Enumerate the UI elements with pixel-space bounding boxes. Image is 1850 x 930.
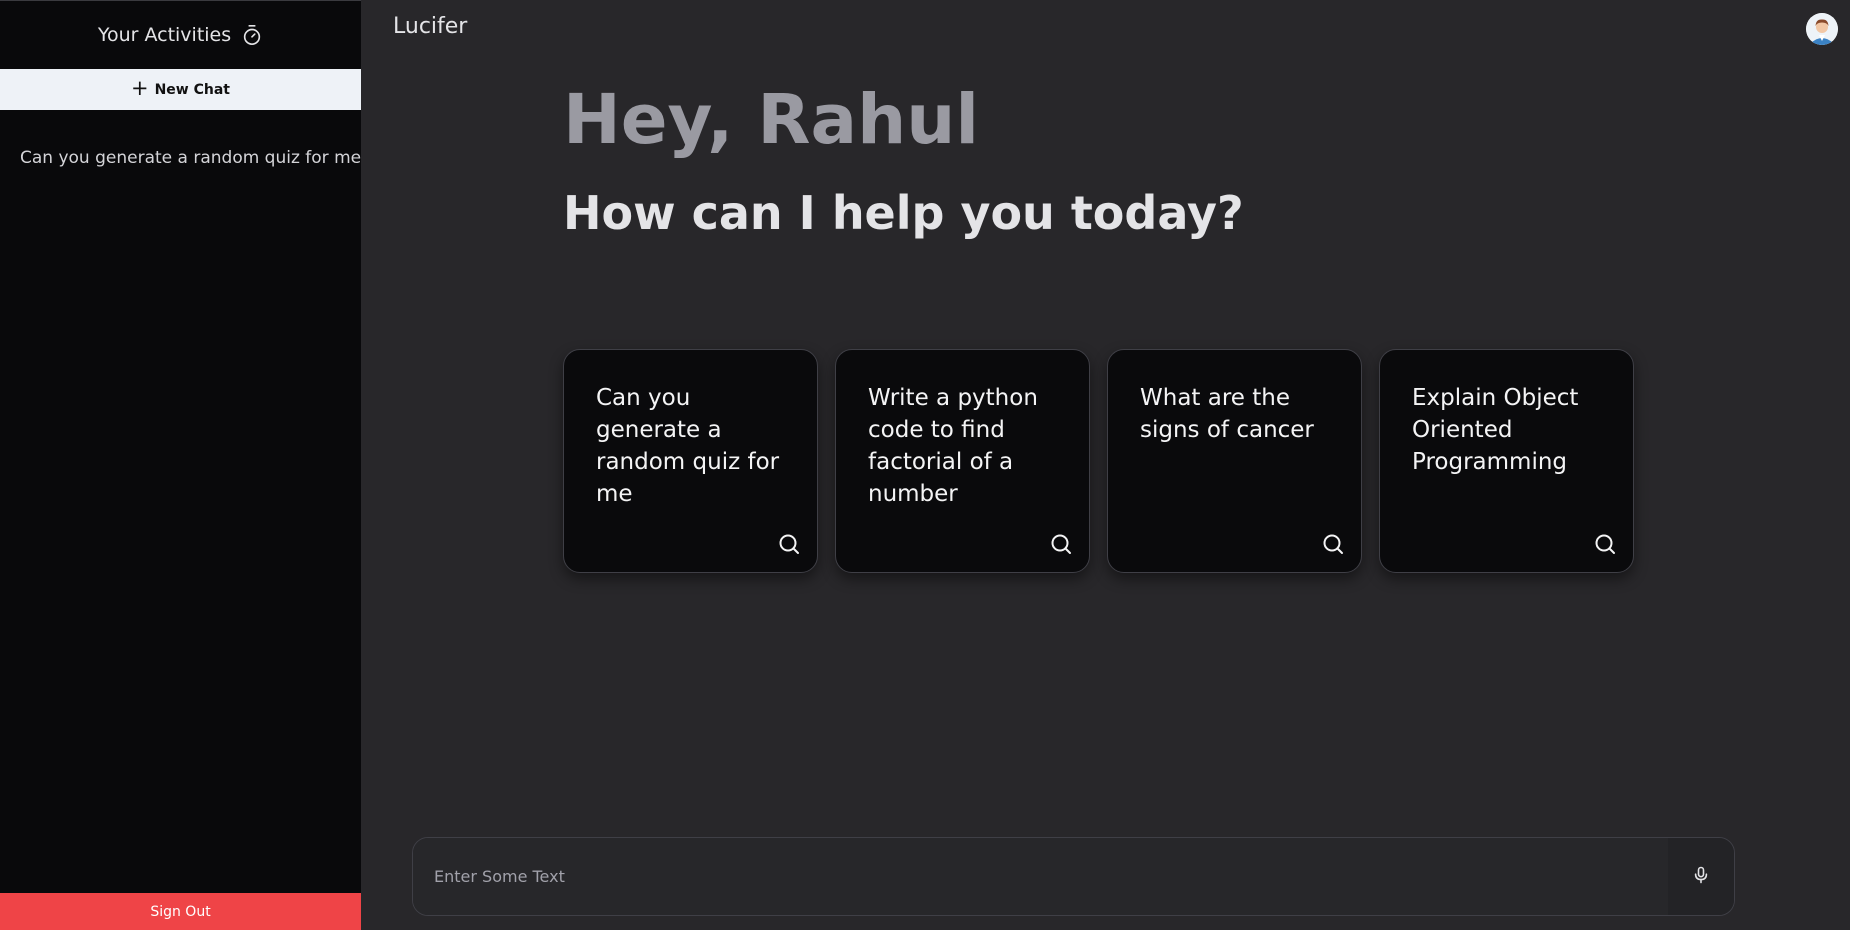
suggestion-card[interactable]: Explain Object Oriented Programming [1379, 349, 1634, 573]
new-chat-button[interactable]: + New Chat [0, 69, 361, 110]
timer-icon [241, 24, 263, 46]
suggestion-card[interactable]: What are the signs of cancer [1107, 349, 1362, 573]
suggestion-text: What are the signs of cancer [1140, 385, 1314, 443]
greeting-subtitle: How can I help you today? [563, 186, 1244, 240]
sidebar: Your Activities + New Chat Can you gener… [0, 0, 361, 930]
user-avatar[interactable] [1806, 13, 1838, 45]
sidebar-title: Your Activities [97, 24, 232, 46]
suggestion-text: Explain Object Oriented Programming [1412, 385, 1579, 475]
history-item[interactable]: Can you generate a random quiz for me [0, 148, 361, 168]
sign-out-button[interactable]: Sign Out [0, 893, 361, 930]
greeting-name: Hey, Rahul [563, 80, 979, 160]
new-chat-label: New Chat [154, 81, 230, 98]
mic-icon [1691, 864, 1711, 890]
sidebar-header: Your Activities [0, 1, 361, 69]
suggestion-cards: Can you generate a random quiz for me Wr… [563, 349, 1634, 573]
mic-button[interactable] [1668, 838, 1734, 915]
app-title: Lucifer [393, 14, 468, 39]
suggestion-card[interactable]: Can you generate a random quiz for me [563, 349, 818, 573]
search-icon [1593, 532, 1617, 556]
search-icon [1049, 532, 1073, 556]
search-icon [1321, 532, 1345, 556]
search-icon [777, 532, 801, 556]
app-root: Your Activities + New Chat Can you gener… [0, 0, 1850, 930]
suggestion-text: Can you generate a random quiz for me [596, 385, 780, 507]
prompt-bar [412, 837, 1735, 916]
plus-icon: + [130, 76, 149, 100]
prompt-input[interactable] [413, 838, 1668, 915]
suggestion-text: Write a python code to find factorial of… [868, 385, 1038, 507]
suggestion-card[interactable]: Write a python code to find factorial of… [835, 349, 1090, 573]
